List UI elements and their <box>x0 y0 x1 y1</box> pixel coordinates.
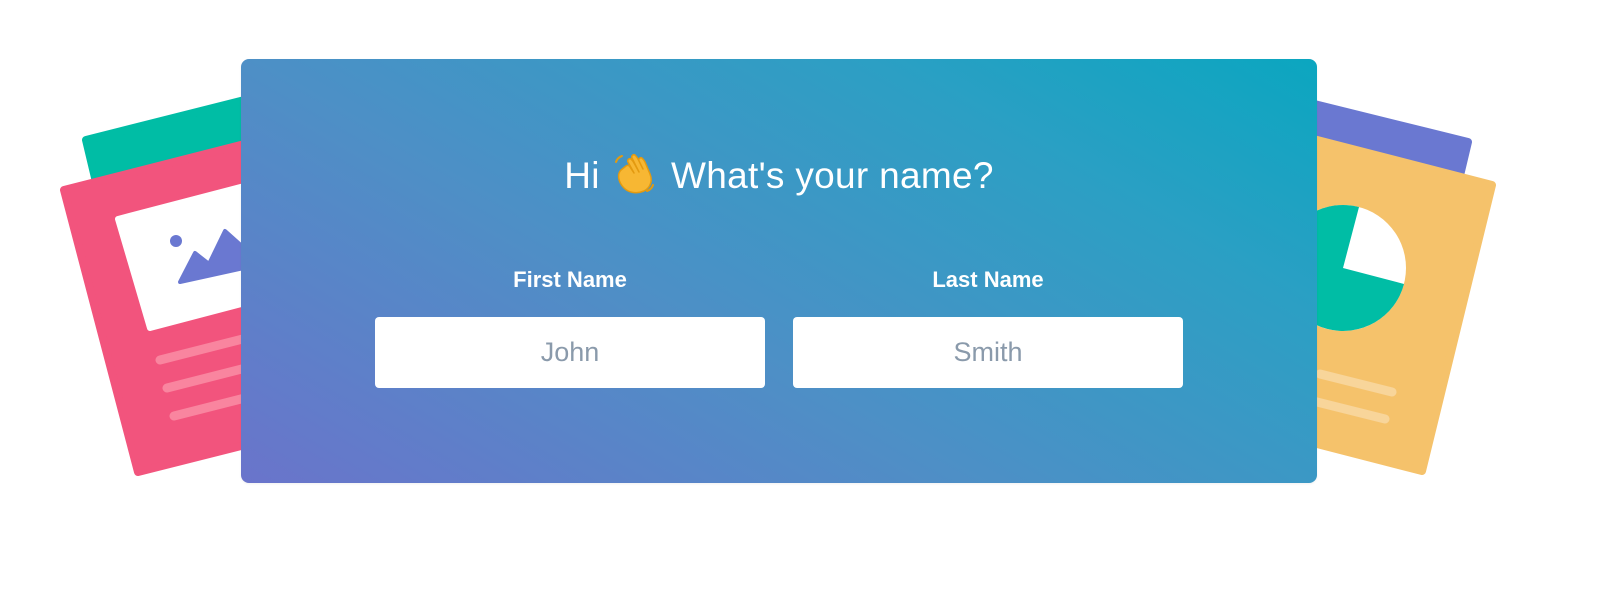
last-name-label: Last Name <box>932 267 1044 292</box>
first-name-label: First Name <box>513 267 627 292</box>
name-form-screen: Hi What's your name? First Name Last Nam… <box>0 0 1600 596</box>
first-name-input[interactable] <box>375 317 765 388</box>
page-title: Hi What's your name? <box>241 152 1317 200</box>
last-name-input[interactable] <box>793 317 1183 388</box>
name-form-card: Hi What's your name? First Name Last Nam… <box>241 59 1317 483</box>
title-prefix: Hi <box>564 155 600 196</box>
title-text: What's your name? <box>671 155 994 196</box>
waving-hand-icon <box>615 154 655 194</box>
